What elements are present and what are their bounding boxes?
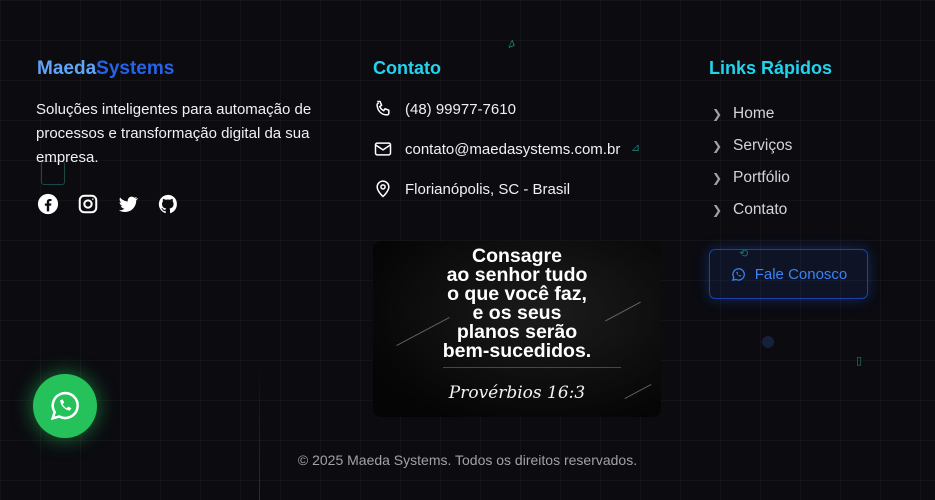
brand-logo[interactable]: MaedaSystems [37,58,174,80]
chevron-right-icon: ❯ [712,203,723,217]
quick-link-home[interactable]: ❯ Home [712,98,792,130]
decorative-glyph: ⊿ [631,142,641,154]
brand-name-part2: Systems [96,58,175,79]
whatsapp-icon [50,391,79,421]
verse-underline [443,367,621,368]
location-text: Florianópolis, SC - Brasil [405,180,571,198]
contact-phone[interactable]: (48) 99977-7610 [373,99,516,119]
verse-text: Consagre ao senhor tudo o que você faz, … [442,245,592,362]
email-text: contato@maedasystems.com.br [405,140,621,158]
whatsapp-icon [730,266,747,283]
whatsapp-floating-button[interactable] [33,374,97,438]
map-pin-icon [373,179,393,199]
quick-link-services[interactable]: ❯ Serviços [712,130,792,162]
social-links [37,193,179,215]
brand-name-part1: Maeda [37,58,97,79]
facebook-icon[interactable] [37,193,59,215]
decorative-line [259,360,260,500]
decorative-dot [762,336,774,348]
phone-icon [373,99,393,119]
company-description: Soluções inteligentes para automação de … [36,101,312,166]
copyright-text: © 2025 Maeda Systems. Todos os direitos … [297,452,638,468]
decorative-glyph: ▯ [856,355,863,367]
chevron-right-icon: ❯ [712,171,723,185]
quick-link-contact[interactable]: ❯ Contato [712,194,792,226]
contact-email[interactable]: contato@maedasystems.com.br [373,139,620,159]
contact-location: Florianópolis, SC - Brasil [373,179,570,199]
quick-links-list: ❯ Home ❯ Serviços ❯ Portfólio ❯ Contato [712,98,792,226]
twitter-icon[interactable] [117,193,139,215]
quick-links-heading: Links Rápidos [709,58,833,78]
contact-us-label: Fale Conosco [754,265,848,283]
verse-reference: Provérbios 16:3 [448,383,586,403]
mail-icon [373,139,393,159]
instagram-icon[interactable] [77,193,99,215]
github-icon[interactable] [157,193,179,215]
quick-link-portfolio[interactable]: ❯ Portfólio [712,162,792,194]
chevron-right-icon: ❯ [712,139,723,153]
contact-heading: Contato [373,58,441,78]
phone-text: (48) 99977-7610 [405,100,516,118]
chevron-right-icon: ❯ [712,107,723,121]
contact-us-button[interactable]: Fale Conosco [709,249,868,299]
bible-verse-image: Consagre ao senhor tudo o que você faz, … [373,241,661,417]
decorative-glyph: ⊿ [504,36,518,52]
